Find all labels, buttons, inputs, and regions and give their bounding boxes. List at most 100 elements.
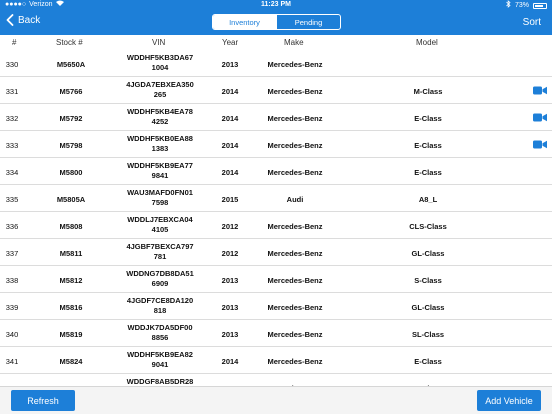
row-year: 2014 (221, 357, 239, 366)
row-number: 335 (5, 195, 19, 204)
row-vin-line2: 265 (153, 90, 167, 99)
row-number: 334 (5, 168, 19, 177)
row-vin-line1: WDDHF5KB4EA78 (127, 107, 193, 116)
table-row[interactable]: 330 M5650A 2013 Mercedes-Benz WDDHF5KB3DA67 1… (0, 50, 552, 77)
row-year: 2013 (221, 60, 239, 69)
clock: 11:23 PM (261, 1, 291, 8)
row-model: GL-Class (411, 249, 445, 258)
row-vin: WDDHF5KB0EA88 1383 (120, 134, 200, 154)
inventory-table[interactable]: 330 M5650A 2013 Mercedes-Benz WDDHF5KB3DA67 1… (0, 50, 552, 386)
row-year: 2013 (221, 303, 239, 312)
row-year: 2015 (221, 195, 239, 204)
table-row[interactable]: 336 M5808 2012 Mercedes-Benz CLS-Class WDDLJ7… (0, 212, 552, 239)
row-vin-line2: 1383 (151, 144, 169, 153)
add-vehicle-button[interactable]: Add Vehicle (477, 390, 541, 411)
row-number: 338 (5, 276, 19, 285)
row-year: 2013 (221, 276, 239, 285)
row-vin-line1: WDDHF5KB9EA82 (127, 350, 193, 359)
table-row[interactable]: 340 M5819 2013 Mercedes-Benz SL-Class WDDJK7D… (0, 320, 552, 347)
header-number: # (12, 38, 17, 47)
row-vin: WAU3MAFD0FN01 7598 (120, 188, 200, 208)
row-number: 332 (5, 114, 19, 123)
table-row[interactable]: 335 M5805A 2015 Audi A8_L WAU3MAFD0FN01 7598 (0, 185, 552, 212)
row-year: 2013 (221, 330, 239, 339)
header-make: Make (284, 38, 304, 47)
status-right: 73% (506, 0, 547, 12)
table-row[interactable]: 334 M5800 2014 Mercedes-Benz E-Class WDDHF5KB… (0, 158, 552, 185)
row-vin: 4JGBF7BEXCA797 781 (120, 242, 200, 262)
row-stock-number: M5816 (59, 303, 83, 312)
row-make: Audi (286, 195, 304, 204)
row-year: 2012 (221, 249, 239, 258)
table-row[interactable]: 341 M5824 2014 Mercedes-Benz E-Class WDDHF5KB… (0, 347, 552, 374)
navigation-bar: ●●●●○ Verizon 11:23 PM 73% Back Inventor… (0, 0, 552, 35)
back-button[interactable]: Back (6, 14, 40, 26)
bluetooth-icon (506, 0, 511, 12)
sort-button[interactable]: Sort (523, 17, 541, 28)
row-stock-number: M5800 (59, 168, 83, 177)
video-camera-icon[interactable] (533, 140, 547, 149)
table-row[interactable]: 332 M5792 2014 Mercedes-Benz E-Class WDDHF5KB… (0, 104, 552, 131)
back-label: Back (18, 14, 41, 26)
row-model: E-Class (414, 357, 442, 366)
row-model: GL-Class (411, 303, 445, 312)
row-model: S-Class (414, 276, 442, 285)
row-number: 331 (5, 87, 19, 96)
row-year: 2014 (221, 114, 239, 123)
table-row[interactable]: 342M58302013Mercedes-BenzC-ClassWDDGF8AB… (0, 374, 552, 386)
row-vin-line1: WDDHF5KB9EA77 (127, 161, 193, 170)
row-number: 330 (5, 60, 19, 69)
row-vin-line2: 9041 (151, 360, 169, 369)
row-make: Mercedes-Benz (267, 114, 323, 123)
refresh-button[interactable]: Refresh (11, 390, 75, 411)
battery-percent: 73% (514, 2, 529, 9)
row-vin: 4JGDA7EBXEA350 265 (120, 80, 200, 100)
row-model: SL-Class (411, 330, 445, 339)
row-stock-number: M5812 (59, 276, 83, 285)
row-model: E-Class (414, 114, 442, 123)
row-vin-line1: WDDLJ7EBXCA04 (127, 215, 193, 224)
row-stock-number: M5798 (59, 141, 83, 150)
row-model: E-Class (414, 168, 442, 177)
row-vin: WDDLJ7EBXCA04 4105 (120, 215, 200, 235)
row-vin-line2: 781 (153, 252, 167, 261)
row-vin-line2: 1004 (151, 63, 169, 72)
table-header: # Stock # VIN Year Make Model (0, 35, 552, 50)
table-row[interactable]: 339 M5816 2013 Mercedes-Benz GL-Class 4JGDF7C… (0, 293, 552, 320)
row-stock-number: M5650A (56, 60, 86, 69)
row-vin-line2: 4105 (151, 225, 169, 234)
row-vin-line1: 4JGBF7BEXCA797 (126, 242, 194, 251)
table-row[interactable]: 337 M5811 2012 Mercedes-Benz GL-Class 4JGBF7B… (0, 239, 552, 266)
row-year: 2014 (221, 168, 239, 177)
header-model: Model (416, 38, 438, 47)
row-vin-line1: WDDGF8AB5DR28 (126, 377, 194, 386)
row-stock-number: M5805A (56, 195, 86, 204)
status-bar: ●●●●○ Verizon 11:23 PM 73% (0, 0, 552, 10)
row-vin-line1: 4JGDF7CE8DA120 (126, 296, 194, 305)
row-vin: 4JGDF7CE8DA120 818 (120, 296, 200, 316)
row-vin: WDDHF5KB4EA78 4252 (120, 107, 200, 127)
row-number: 340 (5, 330, 19, 339)
row-number: 333 (5, 141, 19, 150)
row-vin-line1: WDDHF5KB0EA88 (127, 134, 193, 143)
chevron-left-icon (6, 14, 14, 26)
table-row[interactable]: 331 M5766 2014 Mercedes-Benz M-Class 4JGDA7EB… (0, 77, 552, 104)
row-vin-line1: WAU3MAFD0FN01 (127, 188, 193, 197)
row-vin-line2: 818 (153, 306, 167, 315)
tab-inventory[interactable]: Inventory (213, 15, 276, 29)
row-make: Mercedes-Benz (267, 249, 323, 258)
row-make: Mercedes-Benz (267, 60, 323, 69)
header-vin: VIN (152, 38, 166, 47)
tab-pending[interactable]: Pending (276, 15, 340, 29)
row-vin-line2: 8856 (151, 333, 169, 342)
row-make: Mercedes-Benz (267, 276, 323, 285)
table-row[interactable]: 338 M5812 2013 Mercedes-Benz S-Class WDDNG7DB… (0, 266, 552, 293)
row-year: 2014 (221, 141, 239, 150)
row-number: 339 (5, 303, 19, 312)
table-row[interactable]: 333 M5798 2014 Mercedes-Benz E-Class WDDHF5KB… (0, 131, 552, 158)
video-camera-icon[interactable] (533, 86, 547, 95)
row-stock-number: M5792 (59, 114, 83, 123)
row-make: Mercedes-Benz (267, 87, 323, 96)
row-vin: WDDHF5KB3DA67 1004 (120, 53, 200, 73)
video-camera-icon[interactable] (533, 113, 547, 122)
